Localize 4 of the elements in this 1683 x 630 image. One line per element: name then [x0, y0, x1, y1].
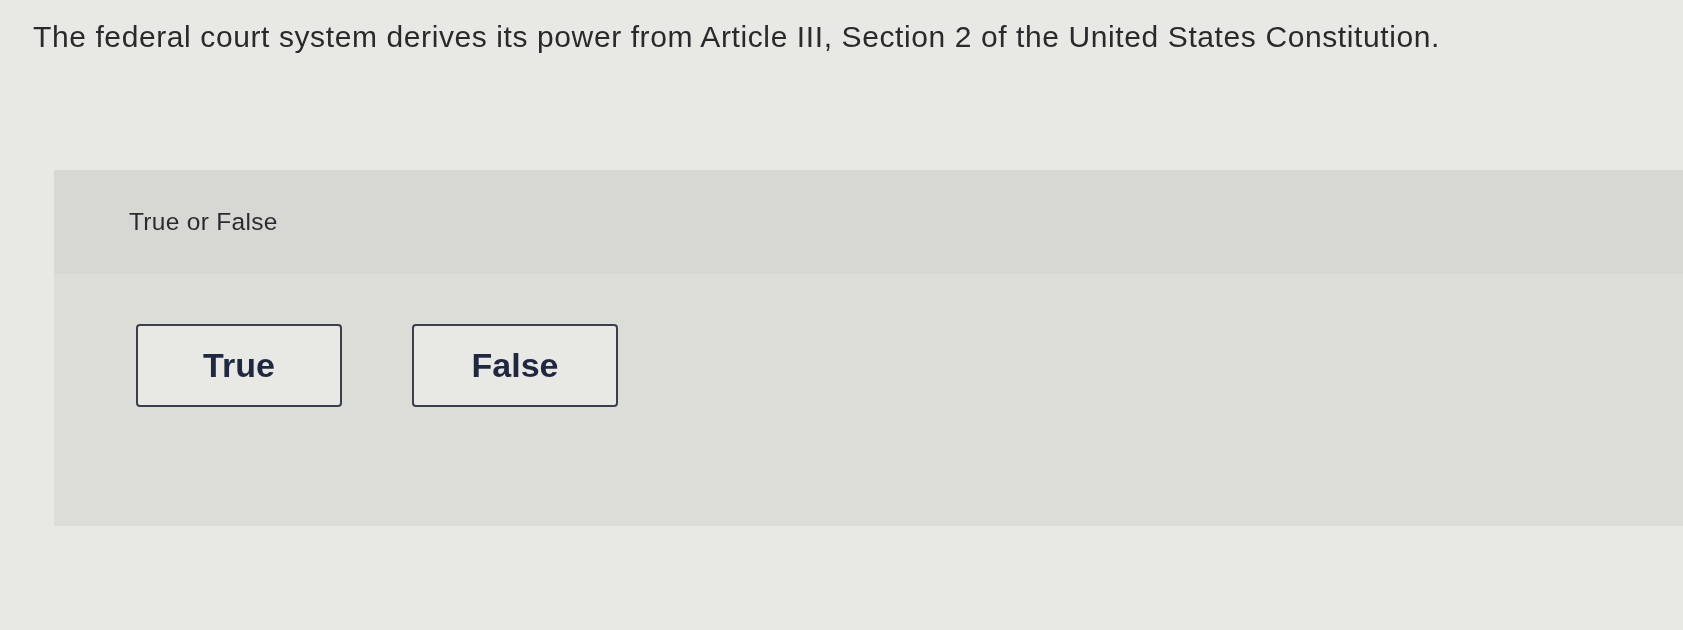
- answer-type-label: True or False: [129, 208, 278, 236]
- answer-option-button[interactable]: False: [412, 324, 618, 407]
- question-text: The federal court system derives its power from Article III, Section 2 of the United States Constitution.: [33, 19, 1440, 55]
- answer-option-button[interactable]: True: [136, 324, 342, 407]
